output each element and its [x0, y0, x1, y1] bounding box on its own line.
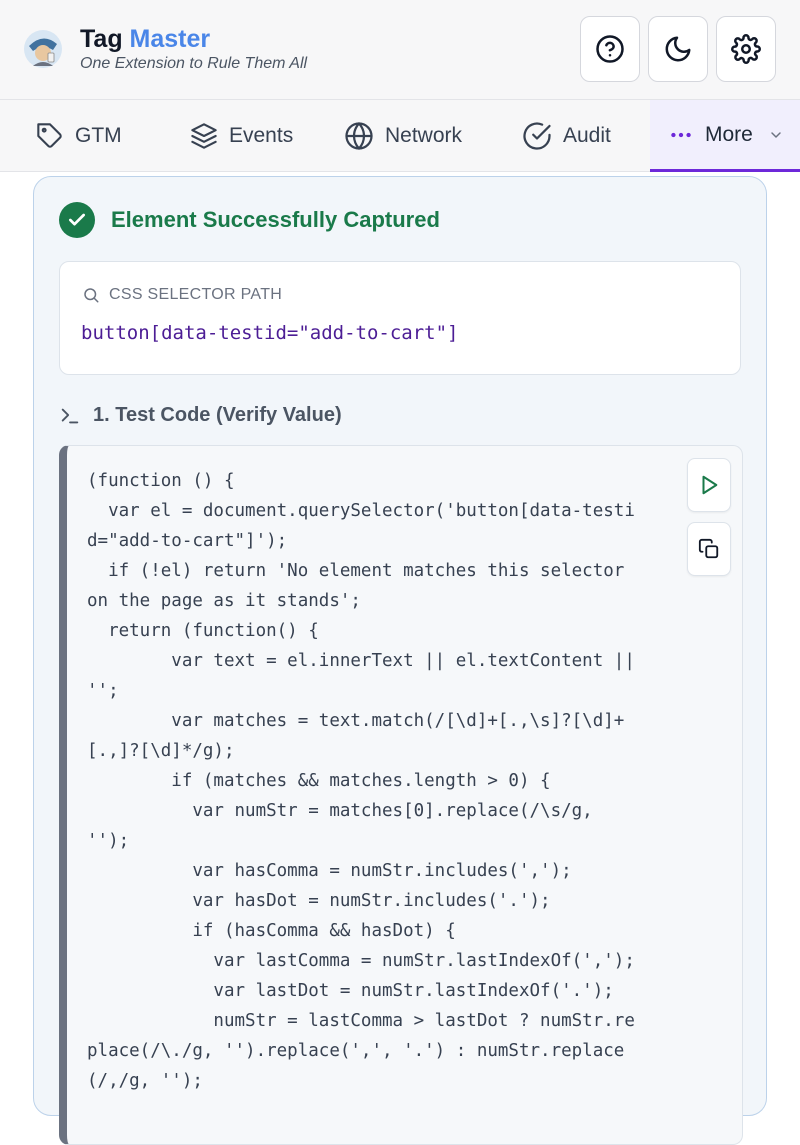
brand: Tag Master One Extension to Rule Them Al…: [80, 24, 307, 73]
code-line: [.,]?[\d]*/g);: [87, 741, 235, 761]
code-line: var numStr = matches[0].replace(/\s/g,: [87, 801, 593, 821]
run-code-button[interactable]: [687, 458, 731, 512]
globe-icon: [345, 122, 373, 150]
tab-label: GTM: [75, 124, 122, 147]
tab-more[interactable]: More: [650, 100, 800, 172]
code-line: var hasDot = numStr.includes('.');: [87, 891, 551, 911]
app-title: Tag Master: [80, 24, 307, 54]
code-line: d="add-to-cart"]');: [87, 531, 288, 551]
code-line: if (hasComma && hasDot) {: [87, 921, 456, 941]
code-line: (/,/g, '');: [87, 1071, 203, 1091]
code-content: (function () { var el = document.querySe…: [87, 466, 667, 1096]
code-line: '';: [87, 681, 119, 701]
selector-value[interactable]: button[data-testid="add-to-cart"]: [81, 322, 459, 344]
logo-icon: [24, 30, 62, 68]
more-dots-icon: [671, 132, 691, 137]
capture-card: Element Successfully Captured CSS SELECT…: [33, 176, 767, 1145]
code-line: numStr = lastComma > lastDot ? numStr.re: [87, 1011, 635, 1031]
app-title-part1: Tag: [80, 25, 123, 53]
app-header: Tag Master One Extension to Rule Them Al…: [0, 0, 800, 100]
settings-button[interactable]: [716, 16, 776, 82]
test-code-block[interactable]: (function () { var el = document.querySe…: [59, 445, 743, 1145]
test-code-title: 1. Test Code (Verify Value): [93, 404, 342, 426]
app-subtitle: One Extension to Rule Them All: [80, 55, 308, 72]
tab-bar: GTM Events Network Audit More: [0, 100, 800, 172]
search-icon: [84, 288, 99, 303]
app-title-part2: Master: [129, 25, 211, 53]
success-message: Element Successfully Captured: [111, 207, 440, 232]
code-line: var el = document.querySelector('button[…: [87, 501, 635, 521]
success-check-icon: [59, 202, 95, 238]
chevron-down-icon: [771, 131, 781, 138]
layers-icon: [191, 123, 217, 149]
code-line: (function () {: [87, 471, 235, 491]
tag-icon: [37, 123, 62, 148]
code-line: if (!el) return 'No element matches this…: [87, 561, 625, 581]
code-line: var text = el.innerText || el.textConten…: [87, 651, 635, 671]
help-button[interactable]: [580, 16, 640, 82]
tab-label: Events: [229, 124, 294, 147]
moon-icon: [665, 36, 691, 62]
dark-mode-button[interactable]: [648, 16, 708, 82]
code-line: var lastDot = numStr.lastIndexOf('.');: [87, 981, 614, 1001]
code-line: if (matches && matches.length > 0) {: [87, 771, 551, 791]
check-circle-icon: [523, 122, 551, 150]
tab-label: Network: [385, 124, 463, 147]
tab-label: Audit: [563, 124, 611, 147]
terminal-icon: [61, 408, 79, 423]
selector-label-text: CSS SELECTOR PATH: [109, 286, 283, 303]
code-line: on the page as it stands';: [87, 591, 361, 611]
test-code-heading: 1. Test Code (Verify Value): [59, 404, 342, 427]
copy-icon: [698, 538, 719, 559]
code-line: var hasComma = numStr.includes(',');: [87, 861, 572, 881]
code-line: var matches = text.match(/[\d]+[.,\s]?[\…: [87, 711, 625, 731]
code-line: return (function() {: [87, 621, 319, 641]
selector-label: CSS SELECTOR PATH: [82, 286, 282, 304]
tab-label: More: [705, 122, 753, 146]
tab-network[interactable]: Network: [344, 100, 462, 172]
gear-icon: [731, 34, 761, 64]
code-line: place(/\./g, '').replace(',', '.') : num…: [87, 1041, 625, 1061]
tab-audit[interactable]: Audit: [522, 100, 611, 172]
code-line: '');: [87, 831, 130, 851]
tab-gtm[interactable]: GTM: [36, 100, 122, 172]
success-banner: Element Successfully Captured: [59, 202, 440, 238]
copy-code-button[interactable]: [687, 522, 731, 576]
tab-events[interactable]: Events: [190, 100, 293, 172]
code-line: var lastComma = numStr.lastIndexOf(',');: [87, 951, 635, 971]
selector-path-box: CSS SELECTOR PATH button[data-testid="ad…: [59, 261, 741, 375]
help-icon: [596, 35, 624, 63]
play-icon: [702, 475, 718, 495]
